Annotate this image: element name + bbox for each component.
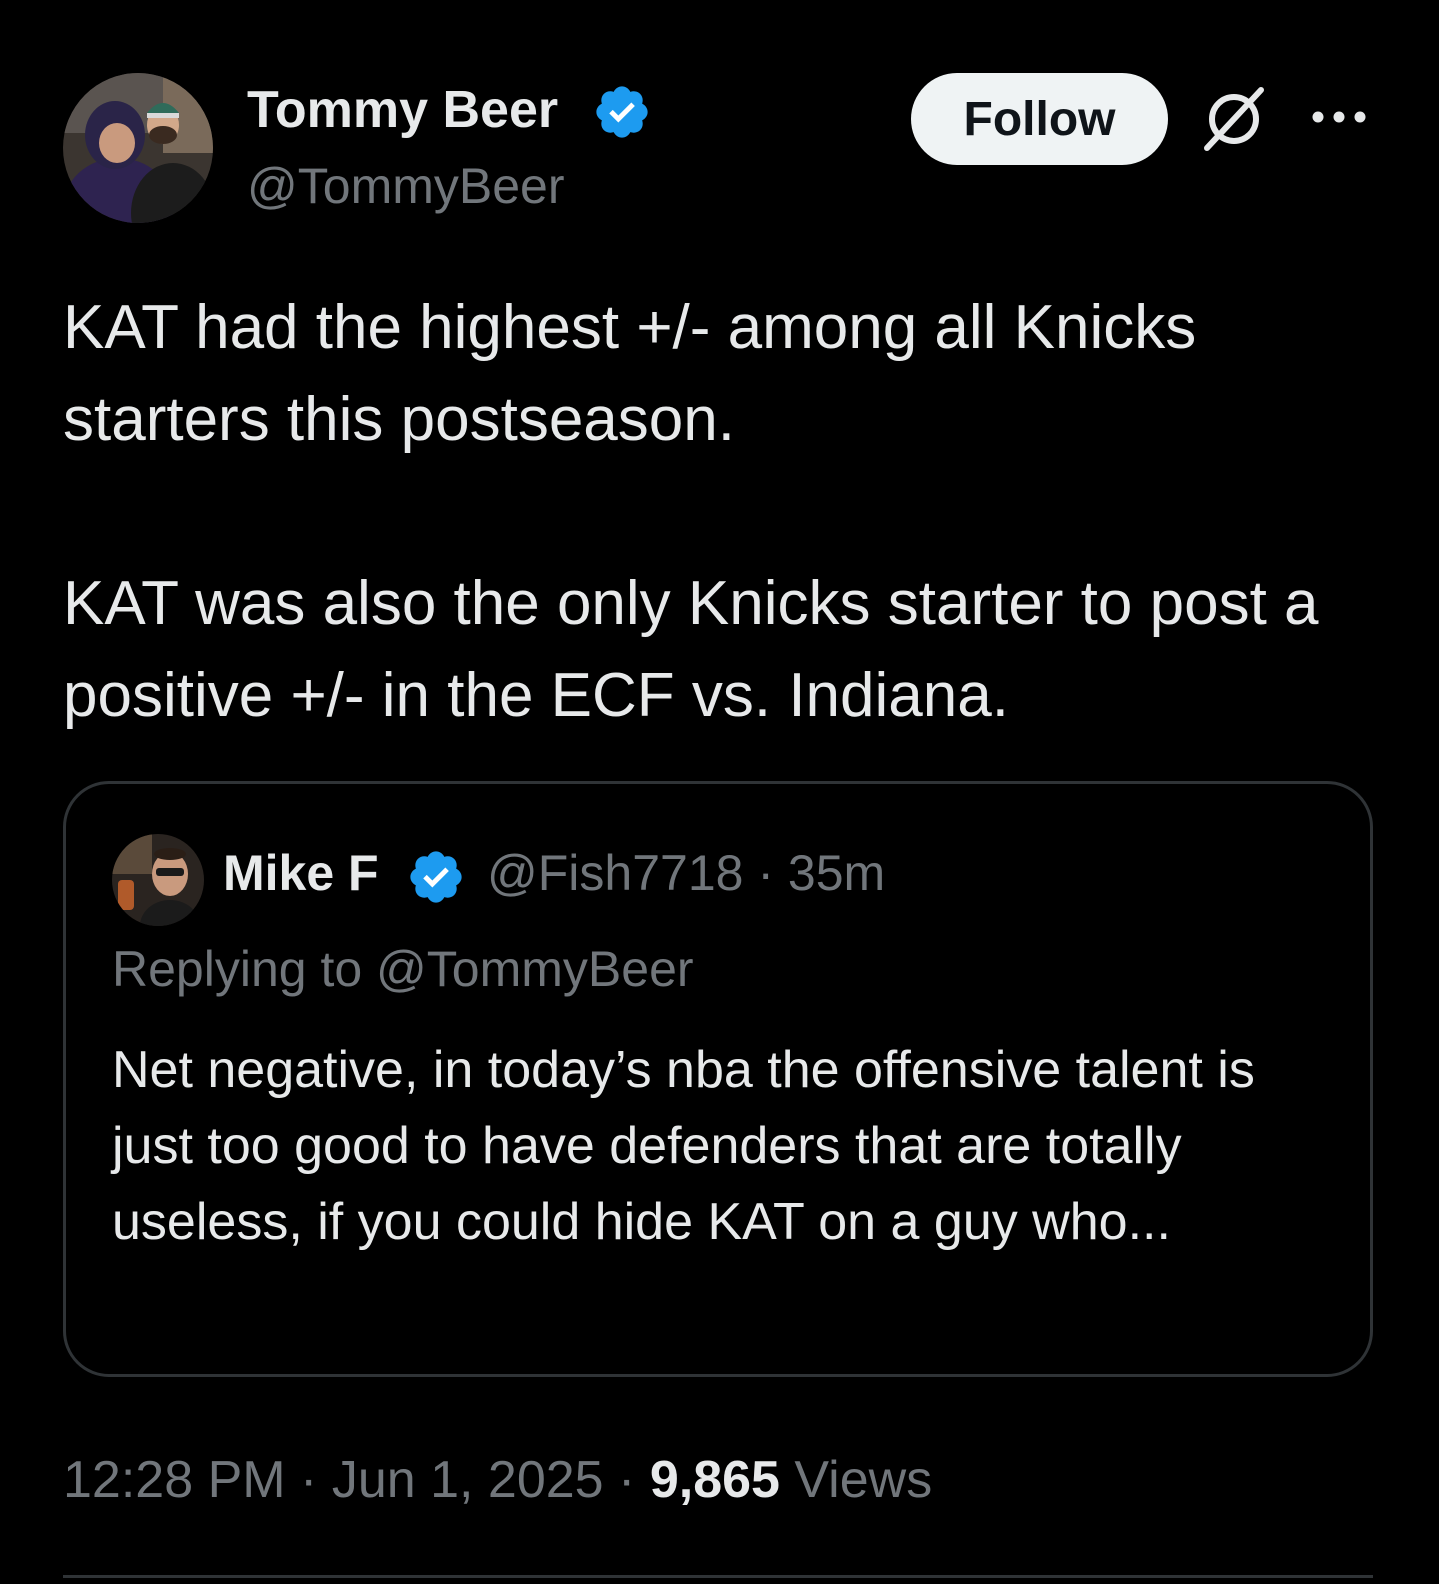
quote-text: Net negative, in today’s nba the offensi… [112, 1041, 1255, 1251]
tweet-paragraph: KAT had the highest +/- among all Knicks… [63, 293, 1197, 454]
quote-time[interactable]: 35m [788, 845, 885, 901]
meta-separator: · [618, 1451, 636, 1509]
divider [63, 1575, 1373, 1578]
views-label: Views [794, 1451, 933, 1509]
tweet-time[interactable]: 12:28 PM [63, 1451, 286, 1509]
quote-author-avatar[interactable] [112, 834, 204, 926]
tweet-date[interactable]: Jun 1, 2025 [332, 1451, 604, 1509]
quote-verified-badge-icon [406, 847, 466, 907]
tweet-footer-meta: 12:28 PM · Jun 1, 2025 · 9,865 Views [63, 1450, 932, 1510]
author-display-name[interactable]: Tommy Beer [247, 80, 558, 140]
replying-prefix: Replying to [112, 941, 377, 997]
tweet-paragraph: KAT was also the only Knicks starter to … [63, 569, 1319, 730]
meta-separator: · [300, 1451, 318, 1509]
replying-to-handle[interactable]: @TommyBeer [376, 941, 693, 997]
quoted-tweet-card[interactable]: Mike F @Fish7718 · 35m Replying to @Tomm… [63, 781, 1373, 1377]
quote-meta: @Fish7718 · 35m [487, 844, 885, 902]
meta-separator: · [757, 845, 775, 901]
quote-avatar-image [112, 834, 204, 926]
views-count: 9,865 [649, 1451, 780, 1509]
author-avatar[interactable] [63, 73, 213, 223]
quote-author-handle[interactable]: @Fish7718 [487, 845, 743, 901]
author-handle[interactable]: @TommyBeer [247, 157, 564, 215]
quote-author-name[interactable]: Mike F [223, 844, 379, 902]
tweet-text: KAT had the highest +/- among all Knicks… [63, 282, 1383, 742]
follow-button[interactable]: Follow [911, 73, 1168, 165]
author-avatar-image [63, 73, 213, 223]
more-icon[interactable] [1310, 102, 1368, 132]
verified-badge-icon [592, 82, 652, 142]
grok-icon[interactable] [1199, 84, 1269, 154]
replying-to: Replying to @TommyBeer [112, 940, 694, 998]
